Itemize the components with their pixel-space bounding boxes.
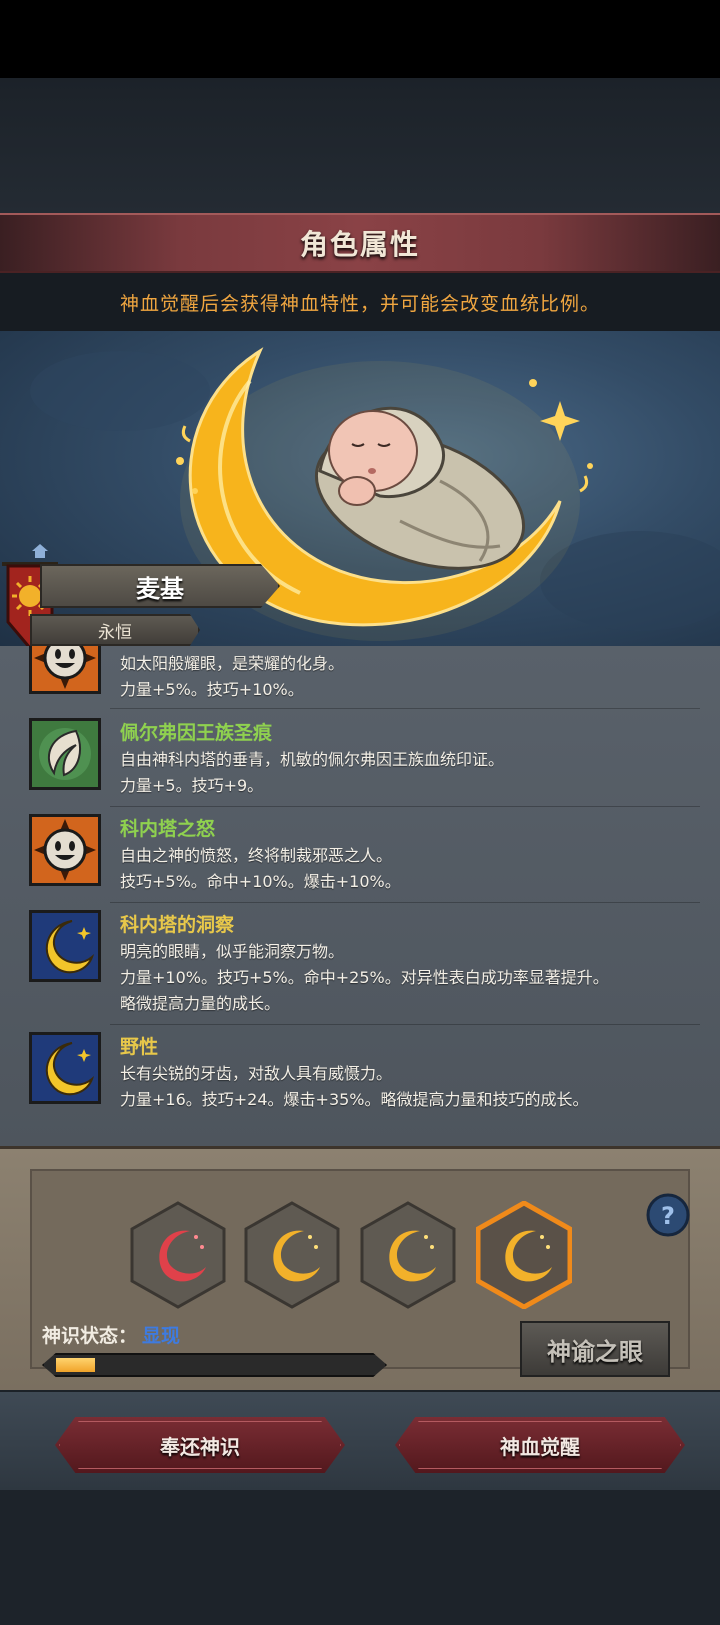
awakening-inner: ? 神识状态： 显现 神谕之眼 [30,1169,690,1377]
trait-desc: 自由神科内塔的垂青，机敏的佩尔弗因王族血统印证。 [120,750,505,769]
trait-desc: 自由之神的愤怒，终将制裁邪恶之人。 [120,846,393,865]
divider [110,902,700,903]
footer-bar: 奉还神识 神血觉醒 [0,1390,720,1490]
awakening-slot-gold-crescent-icon[interactable] [360,1201,456,1309]
bottom-backdrop [0,1490,720,1625]
trait-name: 野性 [120,1036,159,1058]
sun-face-icon [29,646,101,694]
oracle-eye-label: 神谕之眼 [547,1337,643,1366]
trait-desc: 长有尖锐的牙齿，对敌人具有威慑力。 [120,1064,393,1083]
help-icon[interactable]: ? [646,1193,690,1237]
crescent-moon-icon [29,910,101,982]
sense-state-label: 神识状态： [42,1325,138,1347]
return-sense-button[interactable]: 奉还神识 [55,1417,345,1473]
trait-effect: 技巧+5%。命中+10%。爆击+10%。 [120,872,401,891]
feather-crest-icon [29,718,101,790]
trait-name: 佩尔弗因王族圣痕 [120,722,273,744]
awakening-slot-gold-crescent-icon[interactable] [244,1201,340,1309]
sense-progress-fill [56,1358,95,1372]
sense-progress-bar [42,1353,387,1377]
divider [110,806,700,807]
trait-effect: 力量+10%。技巧+5%。命中+25%。对异性表白成功率显著提升。 [120,968,609,987]
hero-name: 麦基 [136,574,184,603]
crescent-moon-icon [29,1032,101,1104]
svg-text:?: ? [661,1202,675,1230]
hero-subtitle: 永恒 [98,622,132,643]
awakening-slot-red-crescent-icon[interactable] [130,1201,226,1309]
page-title: 角色属性 [299,228,420,261]
trait-growth: 略微提高力量的成长。 [120,994,281,1013]
trait-desc: 如太阳般耀眼，是荣耀的化身。 [120,654,345,673]
trait-name: 科内塔之怒 [120,818,216,840]
trait-effect: 力量+5。技巧+9。 [120,776,264,795]
sense-state-value: 显现 [142,1325,181,1347]
oracle-eye-button[interactable]: 神谕之眼 [520,1321,670,1377]
notice-text: 神血觉醒后会获得神血特性，并可能会改变血统比例。 [119,292,600,315]
awakening-panel: ? 神识状态： 显现 神谕之眼 [0,1146,720,1390]
awakening-slot-selected-gold-crescent-icon[interactable] [476,1201,572,1309]
trait-list[interactable]: 如太阳般耀眼，是荣耀的化身。 力量+5%。技巧+10%。 佩尔弗因王族圣痕 自由… [0,646,720,1146]
home-icon[interactable] [32,544,48,558]
sun-face-icon [29,814,101,886]
top-backdrop [0,78,720,213]
trait-name: 科内塔的洞察 [120,914,235,936]
hero-name-plate: 麦基 [40,564,280,608]
blood-awaken-label: 神血觉醒 [500,1434,580,1459]
divider [110,1024,700,1025]
divider [110,708,700,709]
notice-bar: 神血觉醒后会获得神血特性，并可能会改变血统比例。 [0,273,720,331]
trait-effect: 力量+16。技巧+24。爆击+35%。略微提高力量和技巧的成长。 [120,1090,589,1109]
trait-effect: 力量+5%。技巧+10%。 [120,680,304,699]
title-bar: 角色属性 [0,213,720,273]
return-sense-label: 奉还神识 [160,1434,240,1459]
blood-awaken-button[interactable]: 神血觉醒 [395,1417,685,1473]
hero-subtitle-plate: 永恒 [30,614,200,646]
trait-desc: 明亮的眼睛，似乎能洞察万物。 [120,942,345,961]
